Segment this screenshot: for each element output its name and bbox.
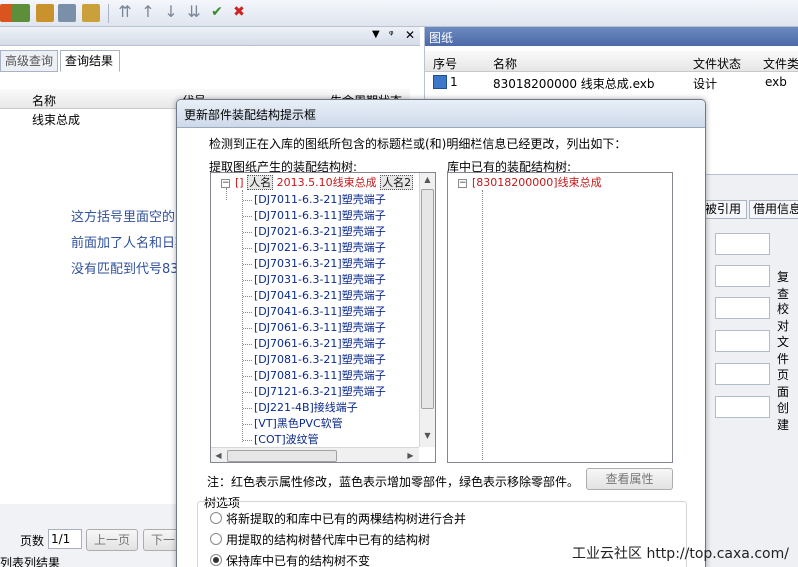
scroll-up-icon[interactable]: ▲	[420, 175, 435, 184]
drawing-pane-header: 图纸	[425, 27, 798, 46]
option-keep-label[interactable]: 保持库中已有的结构树不变	[226, 552, 370, 567]
move-down-icon[interactable]: ↓	[162, 4, 180, 22]
detail-field[interactable]	[715, 396, 770, 418]
dialog-message: 检测到正在入库的图纸所包含的标题栏或(和)明细栏信息已经更改，列出如下：	[209, 137, 627, 151]
detail-field[interactable]	[715, 233, 770, 255]
tree-child-node[interactable]: [DJ7031-6.3-21]塑壳端子	[254, 257, 386, 271]
row-index: 1	[450, 75, 458, 89]
prev-page-button[interactable]: 上一页	[86, 529, 138, 551]
page-input[interactable]: 1/1	[48, 529, 82, 549]
watermark: 工业云社区 http://top.caxa.com/	[572, 546, 789, 562]
tree-child-node[interactable]: [DJ7081-6.3-11]塑壳端子	[254, 369, 386, 383]
pin-icon[interactable]: ᵠ	[389, 28, 394, 41]
tree-child-node[interactable]: [DJ7011-6.3-11]塑壳端子	[254, 209, 386, 223]
root-person: 人名	[247, 175, 274, 190]
close-icon[interactable]: ✕	[405, 28, 415, 42]
check-icon[interactable]: ✔	[208, 4, 226, 22]
move-up-icon[interactable]: ↑	[139, 4, 157, 22]
tree-child-node[interactable]: [DJ7081-6.3-21]塑壳端子	[254, 353, 386, 367]
detail-button[interactable]: 页面	[777, 366, 798, 400]
collapse-icon[interactable]: −	[458, 179, 467, 188]
tab-query-results[interactable]: 查询结果	[60, 50, 120, 72]
tree-child-node[interactable]: [DJ221-4B]接线端子	[254, 401, 358, 415]
row-file-status: 设计	[693, 77, 718, 91]
tab-referenced[interactable]: 被引用	[701, 200, 747, 219]
drawing-pane-title: 图纸	[429, 31, 454, 45]
tab-advanced-query[interactable]: 高级查询	[0, 50, 58, 72]
tree-child-node[interactable]: [COT]波纹管	[254, 433, 319, 447]
row-drawing-name: 83018200000 线束总成.exb	[493, 77, 655, 91]
column-drawing-name[interactable]: 名称	[493, 55, 517, 72]
tree-vertical-scrollbar[interactable]: ▲ ▼	[419, 173, 435, 447]
save-icon[interactable]	[82, 4, 100, 22]
status-text: 列表列结果	[0, 556, 61, 567]
tab-borrow-info[interactable]: 借用信息	[749, 200, 798, 219]
tree-child-node[interactable]: [DJ7121-6.3-21]塑壳端子	[254, 385, 386, 399]
import-icon[interactable]	[36, 4, 54, 22]
scroll-right-icon[interactable]: ▶	[403, 451, 418, 460]
tree-child-node[interactable]: [DJ7061-6.3-21]塑壳端子	[254, 337, 386, 351]
tree-child-node[interactable]: [DJ7021-6.3-11]塑壳端子	[254, 241, 386, 255]
option-replace-label[interactable]: 用提取的结构树替代库中已有的结构树	[226, 531, 430, 548]
toolbar-separator	[108, 4, 109, 23]
root-person-suffix: 人名2	[380, 175, 414, 190]
option-keep-radio[interactable]	[210, 554, 222, 566]
dialog-title-bar[interactable]: 更新部件装配结构提示框	[177, 100, 705, 128]
tree-root-node[interactable]: [83018200000]线束总成	[472, 176, 602, 190]
extracted-structure-tree[interactable]: − [] 人名 2013.5.10线束总成 人名2 [DJ7011-6.3-21…	[210, 172, 436, 463]
root-date-name: 2013.5.10线束总成	[276, 176, 377, 189]
column-file-status[interactable]: 文件状态	[693, 55, 741, 72]
dialog-body: 检测到正在入库的图纸所包含的标题栏或(和)明细栏信息已经更改，列出如下： 提取图…	[177, 128, 705, 567]
dialog-title: 更新部件装配结构提示框	[184, 108, 317, 122]
tree-child-node[interactable]: [DJ7041-6.3-11]塑壳端子	[254, 305, 386, 319]
tree-horizontal-scrollbar[interactable]: ◀ ▶	[211, 447, 419, 462]
detail-field[interactable]	[715, 363, 770, 385]
tree-child-node[interactable]: [DJ7061-6.3-11]塑壳端子	[254, 321, 386, 335]
drawing-file-icon	[433, 75, 447, 89]
collapse-icon[interactable]: −	[221, 179, 230, 188]
scroll-down-icon[interactable]: ▼	[420, 431, 435, 440]
row-name: 线束总成	[32, 113, 81, 127]
tree-root-node[interactable]: [] 人名 2013.5.10线束总成 人名2	[235, 175, 414, 190]
main-toolbar: ⇈ ↑ ↓ ⇊ ✔ ✖	[0, 0, 798, 27]
detail-button[interactable]: 复查	[777, 268, 798, 302]
detail-field[interactable]	[715, 297, 770, 319]
tree-child-node[interactable]: [VT]黑色PVC软管	[254, 417, 343, 431]
column-file-type[interactable]: 文件类	[763, 55, 798, 72]
dropdown-icon[interactable]: ▼	[372, 29, 380, 40]
row-file-type: exb	[765, 75, 787, 89]
detail-field[interactable]	[715, 330, 770, 352]
tree-child-node[interactable]: [DJ7041-6.3-21]塑壳端子	[254, 289, 386, 303]
detail-button[interactable]: 校对	[777, 300, 798, 334]
option-merge-label[interactable]: 将新提取的和库中已有的两棵结构树进行合并	[226, 510, 466, 527]
tree-child-node[interactable]: [DJ7021-6.3-21]塑壳端子	[254, 225, 386, 239]
color-legend-note: 注：红色表示属性修改，蓝色表示增加零部件，绿色表示移除零部件。	[207, 475, 580, 489]
option-replace-radio[interactable]	[210, 533, 222, 545]
column-name[interactable]: 名称	[32, 92, 56, 109]
move-up-top-icon[interactable]: ⇈	[116, 4, 134, 22]
column-index[interactable]: 序号	[433, 55, 457, 72]
export-icon[interactable]	[58, 4, 76, 22]
edit-icon[interactable]	[12, 4, 30, 22]
scroll-left-icon[interactable]: ◀	[211, 451, 226, 460]
root-bracket: []	[235, 176, 244, 189]
move-down-bottom-icon[interactable]: ⇊	[185, 4, 203, 22]
annotation-line: 前面加了人名和日期	[71, 236, 189, 251]
tree-child-node[interactable]: [DJ7031-6.3-11]塑壳端子	[254, 273, 386, 287]
drawing-table-header: 序号 名称 文件状态 文件类	[425, 51, 798, 72]
delete-list-icon[interactable]: ✖	[230, 4, 248, 22]
detail-button[interactable]: 文件	[777, 333, 798, 367]
annotation-line: 这方括号里面空的	[71, 210, 176, 225]
query-pane-header: ▼ ᵠ ✕	[0, 27, 420, 46]
table-row[interactable]: 1 83018200000 线束总成.exb 设计 exb	[425, 72, 798, 92]
detail-field[interactable]	[715, 265, 770, 287]
view-properties-button[interactable]: 查看属性	[586, 468, 673, 490]
pager-label: 页数	[20, 534, 45, 548]
tree-child-node[interactable]: [DJ7011-6.3-21]塑壳端子	[254, 193, 386, 207]
detail-button[interactable]: 创建	[777, 399, 798, 433]
library-structure-tree[interactable]: − [83018200000]线束总成	[447, 172, 673, 463]
option-merge-radio[interactable]	[210, 512, 222, 524]
update-structure-dialog: 更新部件装配结构提示框 检测到正在入库的图纸所包含的标题栏或(和)明细栏信息已经…	[176, 99, 706, 567]
